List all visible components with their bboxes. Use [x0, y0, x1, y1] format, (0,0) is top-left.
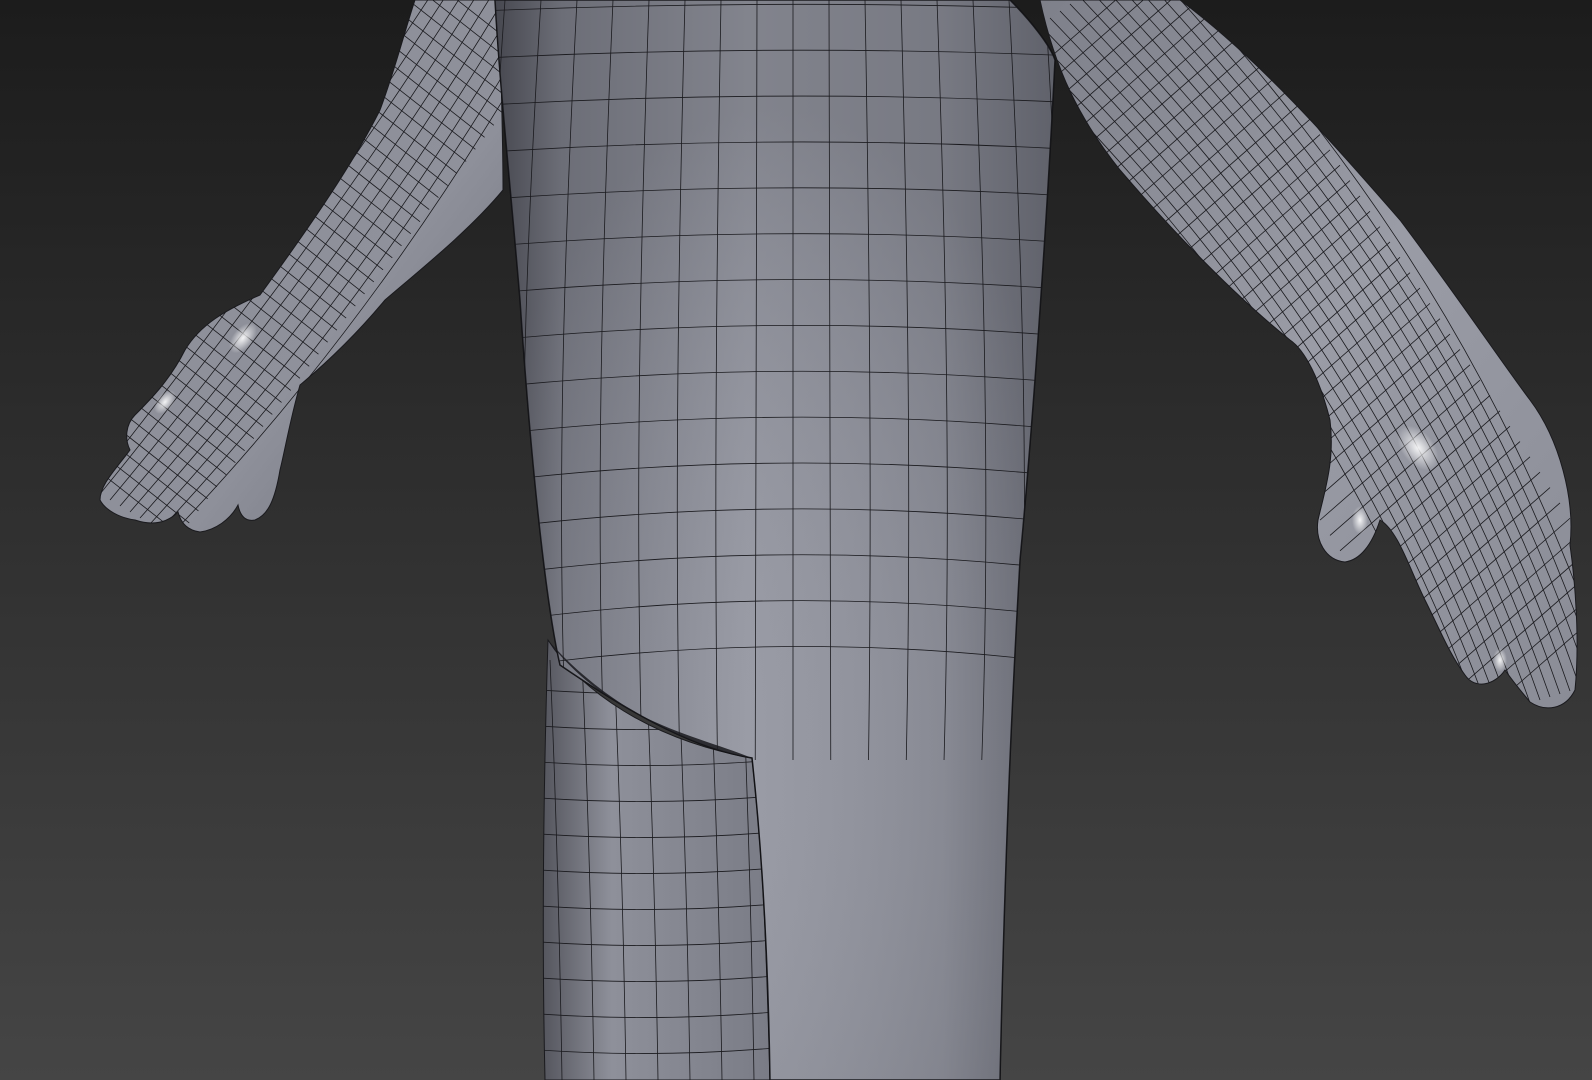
3d-viewport[interactable] [0, 0, 1592, 1080]
character-mesh-render[interactable] [0, 0, 1592, 1080]
